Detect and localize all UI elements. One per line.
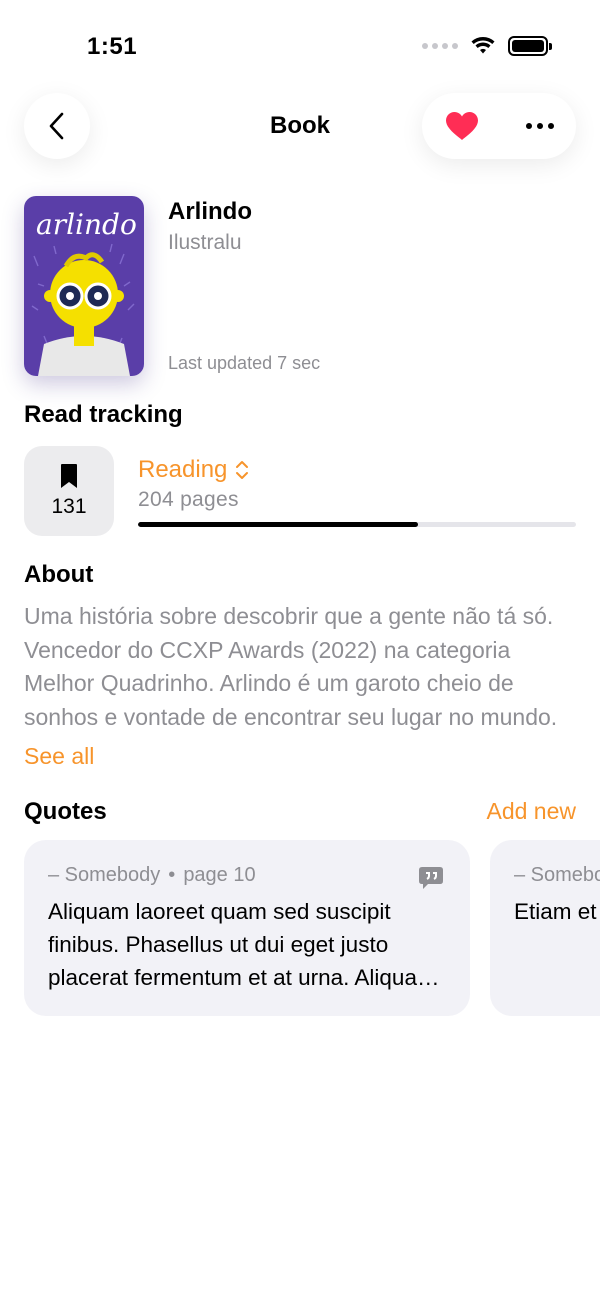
quote-author: – Somebody [48,864,161,886]
last-updated-label: Last updated 7 sec [168,353,321,373]
quote-separator: • [168,864,176,886]
about-description: Uma história sobre descobrir que a gente… [24,603,558,730]
heart-icon [446,112,478,140]
reading-status-selector[interactable]: Reading [138,456,249,484]
see-all-link[interactable]: See all [24,743,94,770]
book-cover[interactable]: arlindo [24,196,144,376]
bookmark-page-number: 131 [51,495,87,518]
ellipsis-icon [526,123,554,129]
reading-progress-fill [138,522,419,527]
quote-card[interactable]: – Somebody Etiam et luctus a facilisis [490,840,600,1016]
quote-text: Etiam et luctus a facilisis [514,899,600,924]
read-tracking-heading: Read tracking [24,401,183,428]
quote-meta: – Somebody [514,864,600,887]
battery-icon [508,36,552,56]
add-quote-button[interactable]: Add new [486,798,576,825]
cover-illustration: arlindo [24,196,144,376]
cover-title-art: arlindo [36,208,137,241]
more-button[interactable] [520,106,560,146]
reading-status-label: Reading [138,456,228,483]
nav-actions [422,93,576,159]
wifi-icon [471,37,495,54]
quotes-heading: Quotes [24,798,107,825]
quote-page: page 10 [183,864,256,886]
quote-card[interactable]: – Somebody • page 10 Aliquam laoreet qua… [24,840,470,1016]
book-author: Ilustralu [168,231,242,254]
book-title: Arlindo [168,198,252,225]
status-time: 1:51 [87,33,138,60]
quote-text: Aliquam laoreet quam sed suscipit finibu… [48,899,436,990]
reading-progress-bar [138,522,576,527]
page-count: 204 pages [138,488,239,511]
favorite-button[interactable] [442,106,482,146]
quote-author: – Somebody [514,864,600,886]
book-detail-screen: 1:51 Book arlindo Arlindo Ilustralu Last… [0,0,600,1304]
cellular-signal-icon [422,43,458,49]
about-heading: About [24,561,94,588]
quote-bubble-icon [419,867,443,889]
chevron-up-down-icon [236,461,249,479]
quote-meta: – Somebody • page 10 [48,864,446,887]
bookmark-icon [61,464,77,488]
bookmark-button[interactable]: 131 [24,446,114,536]
status-icons [422,36,552,56]
